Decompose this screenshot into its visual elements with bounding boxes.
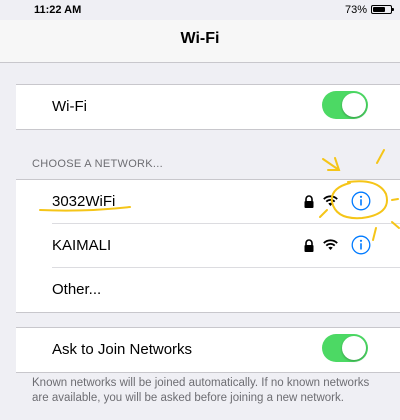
ask-to-join-group: Ask to Join Networks <box>16 327 400 373</box>
wifi-toggle[interactable] <box>322 91 368 119</box>
lock-icon <box>304 195 314 208</box>
network-name: 3032WiFi <box>52 193 116 210</box>
battery-percent: 73% <box>345 4 368 16</box>
ask-to-join-label: Ask to Join Networks <box>52 341 193 358</box>
ray-scribble <box>327 157 341 171</box>
wifi-row: Wi-Fi <box>16 85 400 129</box>
choose-network-header: CHOOSE A NETWORK... <box>32 158 163 170</box>
lock-icon <box>304 239 314 252</box>
page-title: Wi-Fi <box>180 30 220 47</box>
status-bar: 11:22 AM 73% <box>0 0 400 20</box>
network-row-kaimali[interactable]: KAIMALI <box>16 224 400 268</box>
wifi-icon <box>323 195 338 206</box>
network-list: 3032WiFi KAIMALI Other... <box>16 179 400 313</box>
battery-fill <box>373 7 385 12</box>
wifi-toggle-group: Wi-Fi <box>16 84 400 130</box>
info-icon[interactable] <box>351 235 371 255</box>
toggle-knob <box>342 93 366 117</box>
info-icon[interactable] <box>351 191 371 211</box>
navigation-bar: Wi-Fi <box>0 20 400 63</box>
network-row-3032wifi[interactable]: 3032WiFi <box>16 180 400 224</box>
status-time: 11:22 AM <box>34 4 82 16</box>
battery-tip <box>392 8 394 11</box>
ray-scribble <box>376 149 385 164</box>
ask-to-join-note: Known networks will be joined automatica… <box>32 377 370 404</box>
wifi-label: Wi-Fi <box>52 98 87 115</box>
network-name: KAIMALI <box>52 237 112 254</box>
battery-icon <box>371 5 392 14</box>
wifi-icon <box>323 239 338 250</box>
ask-to-join-row: Ask to Join Networks <box>16 328 400 372</box>
toggle-knob <box>342 336 366 360</box>
other-network-label: Other... <box>52 281 102 298</box>
ask-to-join-toggle[interactable] <box>322 334 368 362</box>
network-row-other[interactable]: Other... <box>16 268 400 312</box>
ray-scribble <box>322 158 340 171</box>
